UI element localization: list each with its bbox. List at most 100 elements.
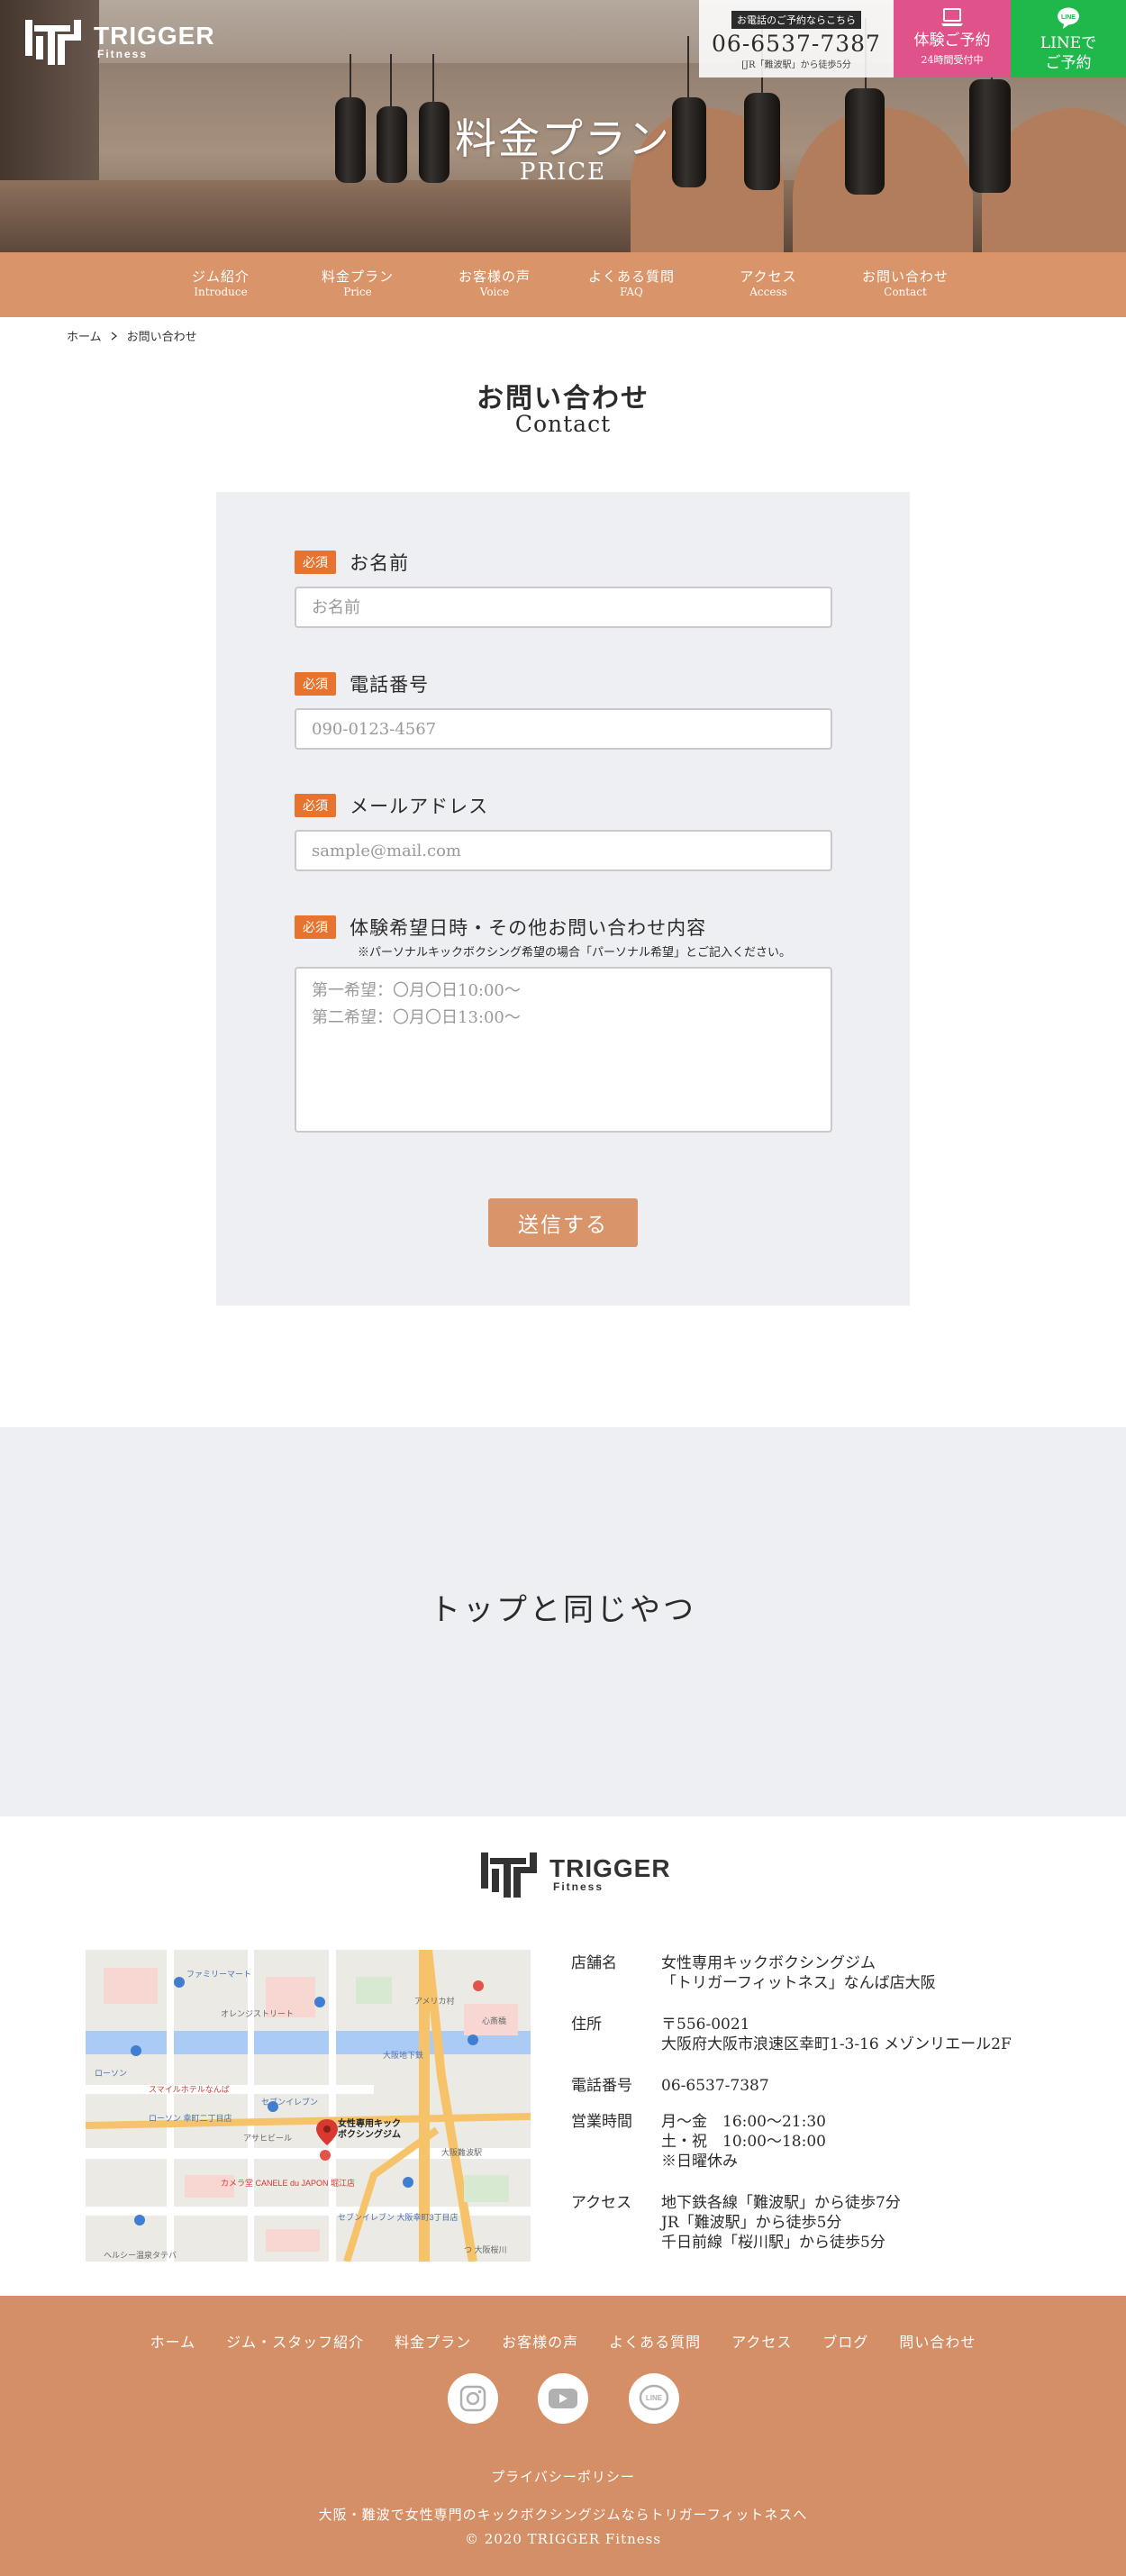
- footer-nav: ホーム ジム・スタッフ紹介 料金プラン お客様の声 よくある質問 アクセス ブロ…: [0, 2330, 1126, 2352]
- chevron-right-icon: [111, 331, 117, 341]
- tel-caption: お電話のご予約ならこちら: [731, 11, 861, 29]
- tel-walk-note: [JR「難波駅」から徒歩5分: [741, 60, 851, 70]
- required-badge: 必須: [295, 794, 336, 817]
- required-badge: 必須: [295, 915, 336, 939]
- store-map[interactable]: 女性専用キック ボクシングジム ファミリーマート ローソン セブンイレブン 大阪…: [86, 1950, 531, 2262]
- privacy-policy-link[interactable]: プライバシーポリシー: [0, 2467, 1126, 2486]
- trial-label: 体験ご予約: [913, 32, 991, 50]
- map-pin-label: 女性専用キック: [338, 2117, 401, 2129]
- page-title: お問い合わせ: [477, 383, 649, 414]
- laptop-icon: [941, 8, 963, 26]
- breadcrumb: ホーム お問い合わせ: [67, 327, 197, 344]
- map-label: アサヒビール: [243, 2134, 292, 2143]
- store-info-row: 電話番号 06-6537-7387: [571, 2076, 1076, 2096]
- map-label: セブンイレブン: [261, 2097, 318, 2107]
- name-input[interactable]: [295, 587, 832, 628]
- store-info-value: 〒556-0021 大阪府大阪市浪速区幸町1-3-16 メゾンリエール2F: [661, 2015, 1076, 2054]
- name-field: 必須 お名前: [295, 549, 832, 628]
- hero-title: 料金プラン: [455, 114, 671, 163]
- logo-name: TRIGGER: [94, 22, 215, 50]
- store-info: 店舗名 女性専用キックボクシングジム 「トリガーフィットネス」なんば店大阪 住所…: [571, 1953, 1076, 2253]
- nav-sublabel: Contact: [884, 286, 927, 298]
- nav-sublabel: Access: [749, 286, 787, 298]
- store-info-row: 住所 〒556-0021 大阪府大阪市浪速区幸町1-3-16 メゾンリエール2F: [571, 2015, 1076, 2054]
- map-label: 大阪地下鉄: [383, 2050, 423, 2060]
- map-label: スマイルホテルなんば: [149, 2085, 230, 2094]
- trial-sub: 24時間受付中: [921, 54, 984, 66]
- line-icon-text: LINE: [1061, 14, 1076, 21]
- map-label: オレンジストリート: [221, 2009, 294, 2018]
- required-badge: 必須: [295, 672, 336, 696]
- global-nav: ジム紹介 Introduce 料金プラン Price お客様の声 Voice よ…: [0, 252, 1126, 317]
- nav-item-contact[interactable]: お問い合わせ Contact: [837, 252, 974, 317]
- line-reservation-button[interactable]: LINE LINEで ご予約: [1011, 0, 1126, 77]
- site-logo[interactable]: TRIGGER Fitness: [23, 16, 215, 68]
- footer-link[interactable]: よくある質問: [609, 2330, 701, 2352]
- youtube-icon: [549, 2389, 577, 2408]
- postal-code: 〒556-0021: [661, 2016, 750, 2034]
- email-field: 必須 メールアドレス: [295, 792, 832, 871]
- trial-reservation-button[interactable]: 体験ご予約 24時間受付中: [894, 0, 1011, 77]
- trigger-logo-icon: [481, 1852, 537, 1898]
- hours-line: ※日曜休み: [661, 2153, 738, 2171]
- store-info-key: 電話番号: [571, 2077, 632, 2095]
- store-info-row: アクセス 地下鉄各線「難波駅」から徒歩7分 JR「難波駅」から徒歩5分 千日前線…: [571, 2193, 1076, 2253]
- nav-label: ジム紹介: [191, 269, 250, 285]
- footer-link[interactable]: アクセス: [731, 2330, 792, 2352]
- footer-link[interactable]: ジム・スタッフ紹介: [226, 2330, 364, 2352]
- store-name-line: 「トリガーフィットネス」なんば店大阪: [661, 1974, 936, 1992]
- store-info-value: 月〜金 16:00〜21:30 土・祝 10:00〜18:00 ※日曜休み: [661, 2112, 1076, 2171]
- contact-form: 必須 お名前 必須 電話番号 必須 メールアドレス 必須 体験希望日時・その他お…: [216, 492, 910, 1306]
- address-line: 大阪府大阪市浪速区幸町1-3-16 メゾンリエール2F: [661, 2035, 1012, 2053]
- youtube-button[interactable]: [538, 2373, 588, 2424]
- store-info-key: 店舗名: [571, 1954, 617, 1972]
- nav-label: 料金プラン: [321, 269, 394, 285]
- nav-item-introduce[interactable]: ジム紹介 Introduce: [152, 252, 289, 317]
- nav-item-faq[interactable]: よくある質問 FAQ: [563, 252, 700, 317]
- phone-label: 電話番号: [350, 674, 430, 696]
- footer-logo[interactable]: TRIGGER Fitness: [479, 1849, 671, 1901]
- store-info-row: 店舗名 女性専用キックボクシングジム 「トリガーフィットネス」なんば店大阪: [571, 1953, 1076, 1993]
- map-label: セブンイレブン 大阪幸町3丁目店: [338, 2212, 459, 2222]
- nav-item-price[interactable]: 料金プラン Price: [289, 252, 426, 317]
- line-icon: LINE: [639, 2384, 669, 2411]
- nav-item-voice[interactable]: お客様の声 Voice: [426, 252, 563, 317]
- breadcrumb-home[interactable]: ホーム: [67, 327, 102, 344]
- placeholder-section: トップと同じやつ: [0, 1427, 1126, 1816]
- nav-item-access[interactable]: アクセス Access: [700, 252, 837, 317]
- footer-link[interactable]: ホーム: [150, 2330, 196, 2352]
- footer-link[interactable]: 料金プラン: [395, 2330, 471, 2352]
- page-subtitle: Contact: [514, 411, 612, 437]
- store-info-row: 営業時間 月〜金 16:00〜21:30 土・祝 10:00〜18:00 ※日曜…: [571, 2112, 1076, 2171]
- hours-line: 月〜金 16:00〜21:30: [661, 2113, 826, 2131]
- line-icon-text: LINE: [646, 2394, 663, 2402]
- map-label: カメラ堂 CANELE du JAPON 堀江店: [221, 2178, 355, 2188]
- submit-button[interactable]: 送信する: [488, 1198, 638, 1247]
- footer-link[interactable]: 問い合わせ: [899, 2330, 976, 2352]
- email-input[interactable]: [295, 830, 832, 871]
- tel-number: 06-6537-7387: [712, 31, 881, 57]
- nav-label: お客様の声: [458, 269, 531, 285]
- hero-subtitle: PRICE: [519, 159, 607, 186]
- tel-reservation-button[interactable]: お電話のご予約ならこちら 06-6537-7387 [JR「難波駅」から徒歩5分: [699, 0, 894, 77]
- line-button[interactable]: LINE: [629, 2373, 679, 2424]
- phone-input[interactable]: [295, 708, 832, 750]
- nav-label: アクセス: [740, 269, 797, 285]
- map-label: ヘルシー温泉タテバ: [104, 2250, 177, 2260]
- site-footer: ホーム ジム・スタッフ紹介 料金プラン お客様の声 よくある質問 アクセス ブロ…: [0, 2296, 1126, 2576]
- map-label: アメリカ村: [414, 1996, 455, 2006]
- message-label: 体験希望日時・その他お問い合わせ内容: [350, 917, 707, 939]
- line-label-2: ご予約: [1045, 54, 1092, 72]
- message-textarea[interactable]: [295, 967, 832, 1133]
- phone-field: 必須 電話番号: [295, 670, 832, 750]
- instagram-button[interactable]: [448, 2373, 498, 2424]
- footer-link[interactable]: お客様の声: [502, 2330, 578, 2352]
- copyright: © 2020 TRIGGER Fitness: [464, 2531, 662, 2547]
- name-label: お名前: [350, 552, 410, 574]
- map-pin-label: ボクシングジム: [338, 2128, 401, 2140]
- message-note: ※パーソナルキックボクシング希望の場合「パーソナル希望」とご記入ください。: [358, 946, 792, 960]
- footer-link[interactable]: ブログ: [822, 2330, 868, 2352]
- trigger-logo-icon: [25, 20, 81, 65]
- nav-label: お問い合わせ: [861, 269, 949, 285]
- nav-sublabel: FAQ: [620, 286, 643, 298]
